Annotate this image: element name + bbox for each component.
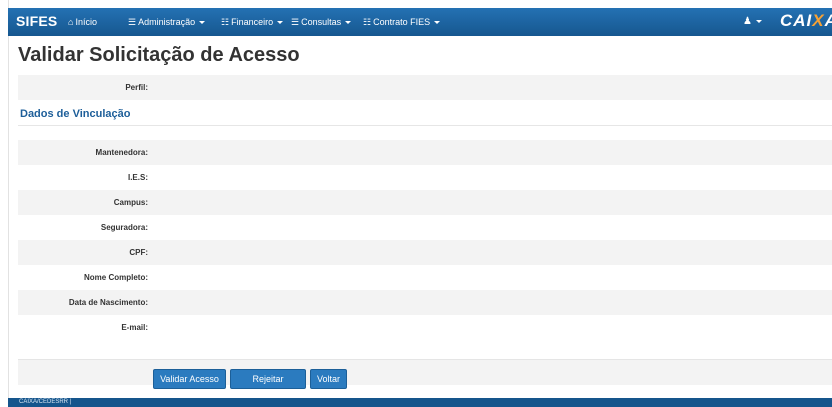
- nav-item-administracao[interactable]: ☰ Administração: [128, 17, 206, 28]
- top-navbar: SIFES ⌂ Início ☰ Administração ☷ Financeiro…: [8, 8, 832, 36]
- field-row-email: E-mail:: [18, 315, 832, 340]
- field-label: Mantenedora:: [95, 148, 148, 157]
- nav-label: Contrato FIES: [373, 17, 431, 27]
- footer-text: CAIXA/CEDESRR |: [19, 399, 72, 405]
- user-icon: ♟: [743, 16, 752, 27]
- field-label: I.E.S:: [127, 173, 148, 182]
- nav-item-consultas[interactable]: ☰ Consultas: [291, 17, 352, 28]
- caret-down-icon: [755, 19, 762, 23]
- user-menu[interactable]: ♟: [743, 16, 762, 27]
- caret-down-icon: [434, 21, 441, 25]
- caret-down-icon: [345, 21, 352, 25]
- field-label: Seguradora:: [100, 223, 148, 232]
- nav-item-inicio[interactable]: ⌂ Início: [68, 17, 97, 27]
- nav-item-financeiro[interactable]: ☷ Financeiro: [221, 17, 284, 28]
- field-row-cpf: CPF:: [18, 240, 832, 265]
- grid-icon: ☷: [363, 17, 372, 27]
- caret-down-icon: [199, 21, 206, 25]
- button-bar: [18, 359, 832, 385]
- section-divider: [18, 125, 832, 126]
- field-label: Data de Nascimento:: [68, 298, 148, 307]
- nav-label: Administração: [138, 17, 196, 27]
- perfil-row: Perfil:: [18, 75, 832, 100]
- list-icon: ☰: [128, 17, 137, 27]
- field-row-nome-completo: Nome Completo:: [18, 265, 832, 290]
- field-row-ies: I.E.S:: [18, 165, 832, 190]
- caret-down-icon: [277, 21, 284, 25]
- page-title: Validar Solicitação de Acesso: [18, 44, 300, 66]
- caixa-logo: CAIXA: [780, 11, 832, 30]
- home-icon: ⌂: [68, 17, 74, 27]
- nav-label: Financeiro: [231, 17, 274, 27]
- field-label: CPF:: [129, 248, 148, 257]
- reject-access-button[interactable]: Rejeitar Acesso: [230, 369, 306, 402]
- nav-label: Consultas: [301, 17, 342, 27]
- perfil-label: Perfil:: [125, 83, 148, 92]
- footer: CAIXA/CEDESRR |: [8, 398, 832, 407]
- nav-label: Início: [75, 17, 97, 27]
- section-title: Dados de Vinculação: [20, 108, 131, 120]
- cart-icon: ☷: [221, 17, 230, 27]
- brand-link[interactable]: SIFES: [16, 13, 57, 29]
- field-label: E-mail:: [121, 323, 148, 332]
- field-label: Nome Completo:: [84, 273, 148, 282]
- back-button[interactable]: Voltar: [310, 369, 347, 389]
- field-row-campus: Campus:: [18, 190, 832, 215]
- field-row-seguradora: Seguradora:: [18, 215, 832, 240]
- nav-item-contrato-fies[interactable]: ☷ Contrato FIES: [363, 17, 441, 28]
- field-label: Campus:: [113, 198, 148, 207]
- field-row-mantenedora: Mantenedora:: [18, 140, 832, 165]
- list-icon: ☰: [291, 17, 300, 27]
- window-frame: [0, 0, 9, 407]
- field-row-data-nascimento: Data de Nascimento:: [18, 290, 832, 315]
- validate-access-button[interactable]: Validar Acesso: [153, 369, 226, 389]
